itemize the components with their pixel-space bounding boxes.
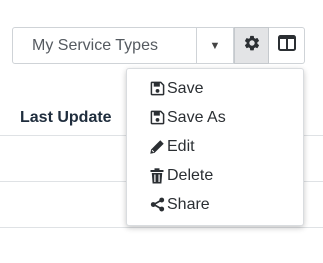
- gear-icon: [243, 34, 261, 57]
- columns-icon: [277, 35, 296, 56]
- menu-item-save[interactable]: Save: [127, 74, 303, 103]
- view-select-value: My Service Types: [32, 36, 158, 54]
- menu-item-share[interactable]: Share: [127, 190, 303, 219]
- table-divider: [0, 227, 323, 228]
- pencil-icon: [148, 138, 166, 156]
- menu-item-label: Save: [167, 79, 204, 97]
- save-icon: [148, 80, 166, 98]
- menu-item-label: Delete: [167, 166, 214, 184]
- caret-down-icon[interactable]: ▼: [197, 40, 233, 52]
- menu-item-save-as[interactable]: Save As: [127, 103, 303, 132]
- columns-button[interactable]: [269, 27, 305, 64]
- save-icon: [148, 109, 166, 127]
- page: My Service Types ▼ Last Update Save Save…: [0, 0, 323, 263]
- settings-button[interactable]: [234, 27, 269, 64]
- menu-item-label: Edit: [167, 137, 195, 155]
- trash-icon: [148, 167, 166, 185]
- menu-item-delete[interactable]: Delete: [127, 161, 303, 190]
- menu-item-edit[interactable]: Edit: [127, 132, 303, 161]
- settings-dropdown-menu: Save Save As Edit Delete Share: [126, 68, 304, 226]
- column-header-last-update[interactable]: Last Update: [20, 109, 112, 127]
- menu-item-label: Share: [167, 195, 210, 213]
- menu-item-label: Save As: [167, 108, 226, 126]
- view-select[interactable]: My Service Types ▼: [12, 27, 234, 64]
- share-icon: [148, 196, 166, 214]
